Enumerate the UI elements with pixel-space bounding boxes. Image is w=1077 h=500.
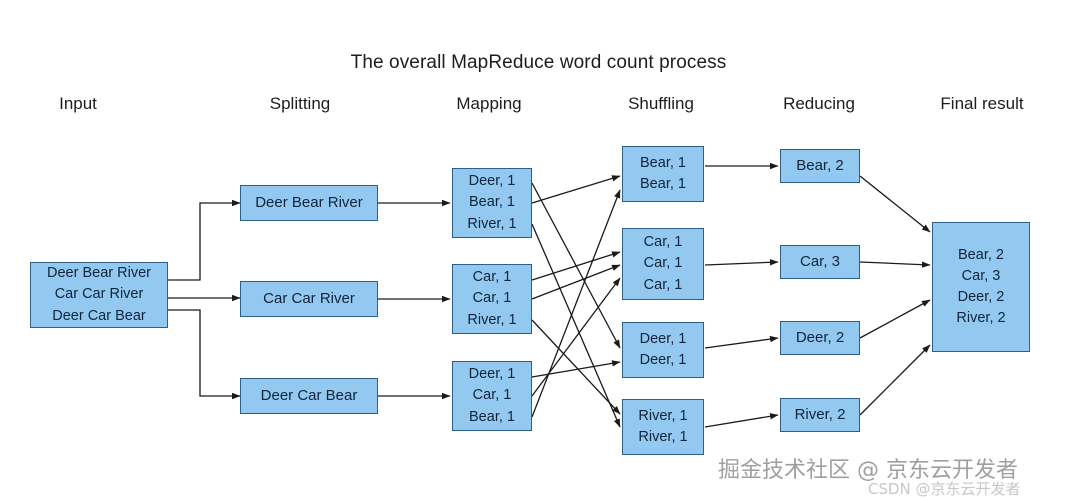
mapping-node-line: River, 1 bbox=[467, 215, 517, 232]
mapreduce-diagram: The overall MapReduce word count process… bbox=[0, 0, 1077, 500]
edge-shuffle2-reduce2 bbox=[704, 335, 779, 349]
edge-shuffle3-reduce3 bbox=[704, 413, 779, 428]
watermark-secondary: CSDN @京东云开发者 bbox=[868, 480, 1021, 498]
mapping-node-line: Bear, 1 bbox=[469, 194, 515, 211]
mapping-node-line: Deer, 1 bbox=[468, 366, 516, 383]
edge-map1-shuffle1b bbox=[531, 264, 621, 300]
edge-map2-shuffle0 bbox=[531, 189, 621, 418]
edge-map0-shuffle0 bbox=[531, 175, 621, 204]
mapping-node: Deer, 1 Car, 1 Bear, 1 bbox=[452, 361, 532, 431]
splitting-node-line: Deer Car Bear bbox=[260, 387, 358, 405]
splitting-node: Car Car River bbox=[240, 281, 378, 317]
shuffling-node-line: Car, 1 bbox=[643, 276, 683, 293]
splitting-node: Deer Car Bear bbox=[240, 378, 378, 414]
reducing-node: Car, 3 bbox=[780, 245, 860, 279]
edge-map2-shuffle2 bbox=[531, 360, 621, 378]
mapping-node-line: Bear, 1 bbox=[469, 408, 515, 425]
input-node-line: Deer Car Bear bbox=[52, 307, 146, 324]
column-header-shuffling: Shuffling bbox=[628, 94, 694, 113]
edge-reduce1-final bbox=[859, 261, 931, 268]
shuffling-node-line: Bear, 1 bbox=[640, 176, 686, 192]
mapping-node-line: River, 1 bbox=[467, 311, 517, 328]
reducing-node-line: Bear, 2 bbox=[796, 157, 844, 175]
shuffling-node: Deer, 1 Deer, 1 bbox=[622, 322, 704, 378]
splitting-node-line: Car Car River bbox=[263, 290, 355, 308]
edge-map0-shuffle3 bbox=[531, 223, 621, 428]
shuffling-node: Car, 1 Car, 1 Car, 1 bbox=[622, 228, 704, 300]
final-result-node: Bear, 2 Car, 3 Deer, 2 River, 2 bbox=[932, 222, 1030, 352]
shuffling-node: Bear, 1 Bear, 1 bbox=[622, 146, 704, 202]
edge-map1-shuffle1a bbox=[531, 251, 621, 281]
splitting-node: Deer Bear River bbox=[240, 185, 378, 221]
final-result-line: Car, 3 bbox=[961, 267, 1001, 284]
column-header-input: Input bbox=[59, 94, 97, 113]
edge-map0-shuffle2 bbox=[531, 182, 621, 349]
shuffling-node-line: Car, 1 bbox=[643, 234, 683, 251]
final-result-line: Bear, 2 bbox=[958, 246, 1004, 263]
edge-shuffle1-reduce1 bbox=[704, 259, 779, 266]
column-header-splitting: Splitting bbox=[269, 94, 331, 113]
input-node-line: Deer Bear River bbox=[47, 265, 151, 282]
reducing-node: River, 2 bbox=[780, 398, 860, 432]
reducing-node: Bear, 2 bbox=[780, 149, 860, 183]
diagram-edges bbox=[168, 162, 931, 428]
final-result-line: River, 2 bbox=[956, 310, 1006, 327]
mapping-node: Car, 1 Car, 1 River, 1 bbox=[452, 264, 532, 334]
splitting-node-line: Deer Bear River bbox=[255, 194, 363, 212]
input-node: Deer Bear River Car Car River Deer Car B… bbox=[30, 262, 168, 328]
mapping-node-line: Car, 1 bbox=[472, 269, 512, 286]
edge-input-split0 bbox=[168, 199, 241, 281]
edge-map2-shuffle1c bbox=[531, 277, 621, 397]
shuffling-node-line: Deer, 1 bbox=[639, 330, 687, 347]
reducing-node: Deer, 2 bbox=[780, 321, 860, 355]
reducing-node-line: Deer, 2 bbox=[795, 329, 845, 347]
edge-reduce3-final bbox=[859, 344, 931, 416]
page-title: The overall MapReduce word count process bbox=[350, 52, 727, 73]
edge-map1-shuffle3 bbox=[531, 319, 621, 415]
column-header-mapping: Mapping bbox=[456, 94, 522, 113]
edge-reduce0-final bbox=[859, 175, 931, 233]
shuffling-node: River, 1 River, 1 bbox=[622, 399, 704, 455]
shuffling-node-line: River, 1 bbox=[638, 429, 688, 445]
shuffling-node-line: Deer, 1 bbox=[639, 352, 687, 368]
column-header-final-result: Final result bbox=[940, 94, 1024, 113]
mapping-node-line: Car, 1 bbox=[472, 387, 512, 404]
mapping-node-line: Deer, 1 bbox=[468, 173, 516, 190]
final-result-line: Deer, 2 bbox=[957, 289, 1005, 305]
input-node-line: Car Car River bbox=[54, 286, 144, 303]
edge-reduce2-final bbox=[859, 299, 931, 339]
column-header-reducing: Reducing bbox=[783, 94, 855, 113]
shuffling-node-line: River, 1 bbox=[638, 407, 688, 424]
shuffling-node-line: Car, 1 bbox=[643, 255, 683, 272]
reducing-node-line: River, 2 bbox=[794, 406, 846, 424]
reducing-node-line: Car, 3 bbox=[799, 253, 841, 271]
shuffling-node-line: Bear, 1 bbox=[640, 154, 686, 171]
edge-input-split2 bbox=[168, 309, 241, 400]
mapping-node-line: Car, 1 bbox=[472, 290, 512, 307]
mapping-node: Deer, 1 Bear, 1 River, 1 bbox=[452, 168, 532, 238]
